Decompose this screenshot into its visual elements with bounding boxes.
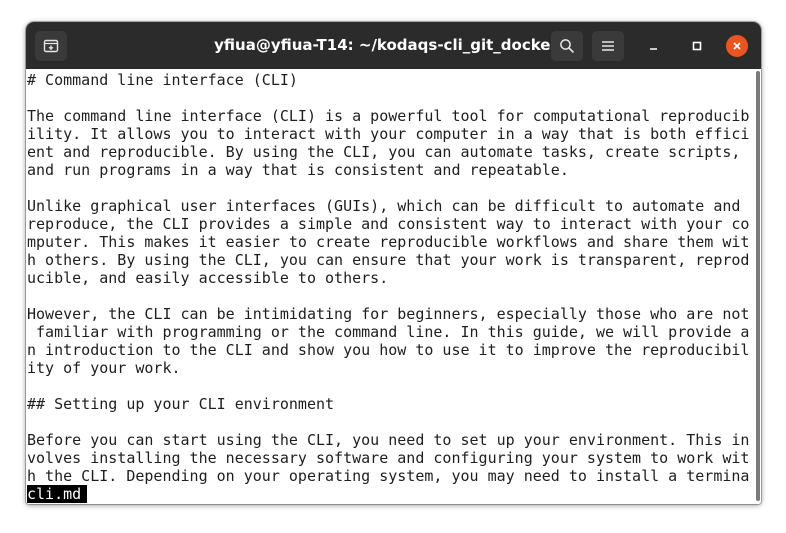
menu-button[interactable] xyxy=(592,31,624,61)
terminal-line: n introduction to the CLI and show you h… xyxy=(27,341,750,359)
terminal-line: reproduce, the CLI provides a simple and… xyxy=(27,215,750,233)
terminal-line: # Command line interface (CLI) xyxy=(27,71,298,89)
search-button[interactable] xyxy=(551,31,583,61)
maximize-button[interactable] xyxy=(686,35,708,57)
window-title: yfiua@yfiua-T14: ~/kodaqs-cli_git_docker xyxy=(214,36,558,54)
minimize-icon xyxy=(650,48,657,50)
minimize-button[interactable] xyxy=(643,35,665,57)
terminal-line: h the CLI. Depending on your operating s… xyxy=(27,467,750,485)
hamburger-menu-icon xyxy=(602,41,614,51)
scrollbar[interactable] xyxy=(756,71,760,501)
terminal-line: However, the CLI can be intimidating for… xyxy=(27,305,750,323)
terminal-line: familiar with programming or the command… xyxy=(27,323,750,341)
terminal-line: Before you can start using the CLI, you … xyxy=(27,431,750,449)
terminal-line: ent and reproducible. By using the CLI, … xyxy=(27,143,741,161)
terminal-line: Unlike graphical user interfaces (GUIs),… xyxy=(27,197,741,215)
terminal-line: The command line interface (CLI) is a po… xyxy=(27,107,750,125)
new-tab-button[interactable] xyxy=(35,31,67,61)
close-button[interactable] xyxy=(726,35,748,57)
terminal-line: ucible, and easily accessible to others. xyxy=(27,269,389,287)
terminal-area[interactable]: # Command line interface (CLI) The comma… xyxy=(26,69,761,504)
close-icon xyxy=(733,42,741,50)
search-icon xyxy=(560,39,574,53)
terminal-line: and run programs in a way that is consis… xyxy=(27,161,569,179)
terminal-line: ility. It allows you to interact with yo… xyxy=(27,125,750,143)
terminal-line: ## Setting up your CLI environment xyxy=(27,395,335,413)
status-line: cli.md xyxy=(27,485,88,503)
new-tab-icon xyxy=(43,39,59,53)
terminal-text: # Command line interface (CLI) The comma… xyxy=(27,71,749,485)
title-bar[interactable]: yfiua@yfiua-T14: ~/kodaqs-cli_git_docker xyxy=(26,22,761,69)
terminal-line: ity of your work. xyxy=(27,359,181,377)
terminal-line: h others. By using the CLI, you can ensu… xyxy=(27,251,750,269)
terminal-line: volves installing the necessary software… xyxy=(27,449,750,467)
terminal-window: yfiua@yfiua-T14: ~/kodaqs-cli_git_docker xyxy=(26,22,761,504)
terminal-line: mputer. This makes it easier to create r… xyxy=(27,233,750,251)
maximize-icon xyxy=(692,41,702,51)
